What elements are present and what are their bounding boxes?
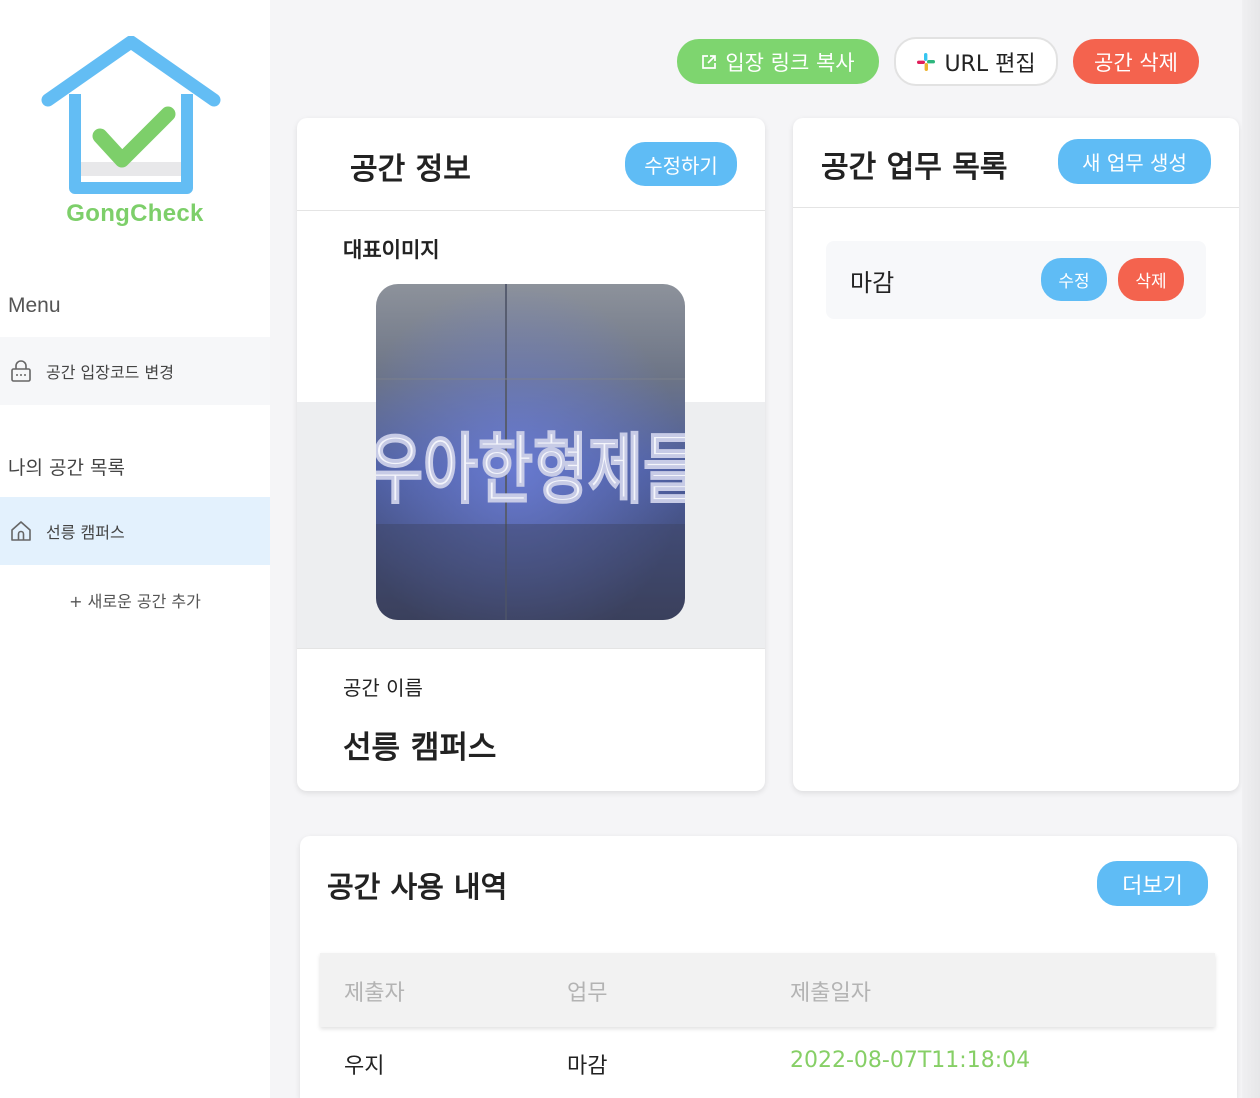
spaces-title: 나의 공간 목록 [8, 457, 125, 479]
copy-entry-link-label: 입장 링크 복사 [725, 50, 855, 75]
column-header-submitter: 제출자 [344, 981, 405, 1006]
divider [297, 210, 765, 211]
new-task-button[interactable]: 새 업무 생성 [1058, 139, 1211, 184]
divider [297, 648, 765, 649]
representative-image-label: 대표이미지 [343, 238, 440, 262]
edit-task-button[interactable]: 수정 [1041, 258, 1107, 301]
home-icon [8, 518, 34, 544]
task-item: 마감 수정 삭제 [826, 241, 1206, 319]
space-name-value: 선릉 캠퍼스 [343, 730, 497, 766]
divider [793, 207, 1239, 208]
space-usage-card: 공간 사용 내역 더보기 제출자 업무 제출일자 우지 마감 2022-08-0… [300, 836, 1237, 1098]
edit-url-label: URL 편집 [944, 51, 1036, 77]
sidebar: GongCheck Menu 공간 입장코드 변경 나의 공간 목록 선릉 캠퍼… [0, 0, 270, 1098]
lock-icon [8, 358, 34, 384]
external-link-icon [701, 54, 717, 70]
space-tasks-title: 공간 업무 목록 [821, 150, 1008, 185]
cell-date: 2022-08-07T11:18:04 [790, 1048, 1031, 1073]
task-name: 마감 [850, 269, 895, 297]
space-info-title: 공간 정보 [350, 152, 471, 187]
scrollbar[interactable] [1242, 0, 1260, 1098]
sidebar-item-change-code[interactable]: 공간 입장코드 변경 [0, 337, 270, 405]
space-tasks-card: 공간 업무 목록 새 업무 생성 마감 수정 삭제 [793, 118, 1239, 791]
cell-submitter: 우지 [344, 1054, 385, 1079]
edit-space-button[interactable]: 수정하기 [625, 142, 737, 186]
cell-task: 마감 [567, 1054, 608, 1079]
sidebar-item-campus[interactable]: 선릉 캠퍼스 [0, 497, 270, 565]
delete-task-button[interactable]: 삭제 [1118, 258, 1184, 301]
column-header-date: 제출일자 [790, 981, 871, 1006]
space-name-label: 공간 이름 [343, 676, 423, 700]
representative-image[interactable]: 우아한형제들 [376, 284, 685, 620]
space-usage-title: 공간 사용 내역 [327, 870, 508, 904]
sign-text: 우아한형제들 [376, 425, 685, 514]
slack-icon [916, 52, 936, 72]
table-header: 제출자 업무 제출일자 [320, 953, 1215, 1027]
sidebar-item-label: 선릉 캠퍼스 [46, 523, 125, 542]
column-header-task: 업무 [567, 981, 608, 1006]
sidebar-item-label: 공간 입장코드 변경 [46, 363, 174, 382]
add-space-link[interactable]: + 새로운 공간 추가 [0, 588, 270, 612]
copy-entry-link-button[interactable]: 입장 링크 복사 [677, 39, 879, 84]
delete-space-button[interactable]: 공간 삭제 [1073, 39, 1199, 84]
brand-name: GongCheck [66, 200, 204, 227]
more-button[interactable]: 더보기 [1097, 861, 1208, 906]
menu-title: Menu [8, 294, 61, 317]
edit-url-button[interactable]: URL 편집 [894, 37, 1058, 86]
house-check-logo-icon [41, 36, 221, 194]
space-info-card: 공간 정보 수정하기 대표이미지 우아한형제들 공간 이름 선릉 캠퍼스 [297, 118, 765, 791]
